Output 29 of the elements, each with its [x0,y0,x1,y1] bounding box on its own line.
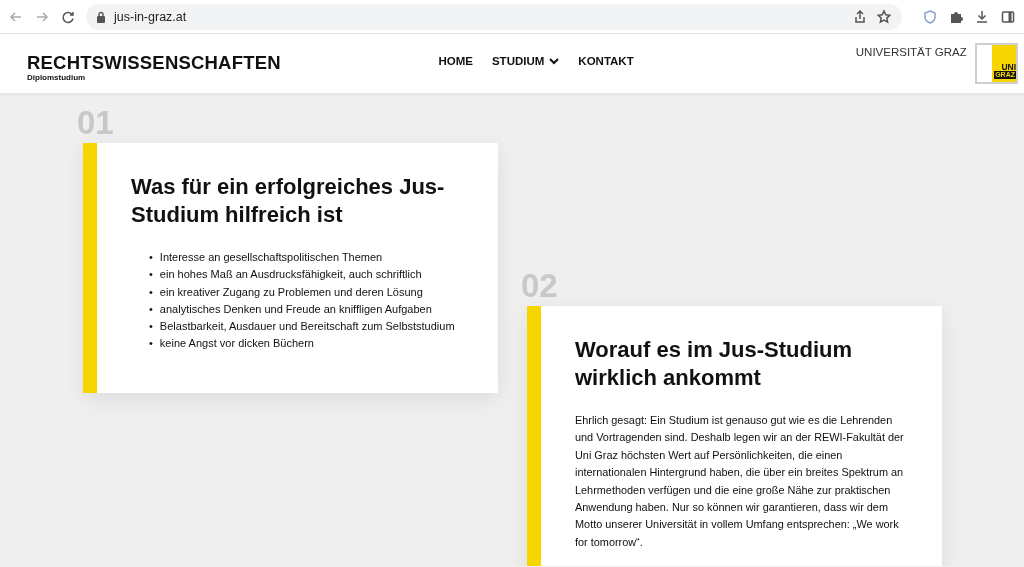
list-bullet: • [149,319,153,335]
site-subtitle: Diplomstudium [27,73,87,82]
list-bullet: • [149,301,153,317]
star-icon[interactable] [876,8,892,25]
nav-link[interactable]: STUDIUM [491,55,560,67]
university-name: UNIVERSITÄT GRAZ [855,45,967,58]
site-title[interactable]: RECHTSWISSENSCHAFTEN [27,53,439,73]
shield-icon[interactable] [922,8,938,25]
list-item: Belastbarkeit, Ausdauer und Bereitschaft zum Selbststudium [159,319,455,335]
lock-icon [96,10,106,23]
list-item: Interesse an gesellschaftspolitischen Themen [159,250,383,265]
list-bullet: • [149,250,153,265]
list-item: ein kreativer Zugang zu Problemen und deren Lösung [159,284,423,300]
list-item: analytisches Denken und Freude an kniffligen Aufgaben [159,301,432,317]
list-item: ein hohes Maß an Ausdrucksfähigkeit, auch schriftlich [159,267,422,283]
nav-link[interactable]: HOME [438,55,473,67]
card-heading: Was für ein erfolgreiches Jus-Studium hilfreich ist [131,173,446,229]
url-text: jus-in-graz.at [114,9,188,24]
list-bullet: • [149,336,153,352]
card-paragraph: Ehrlich gesagt: Ein Studium ist genauso gut wie es die Lehrenden und Vortragenden sind. Deshalb legen wir an der REWI-Fakultät der Uni Graz höchsten Wert auf Persönlichkeiten, die einen internationalen Hintergrund haben, die über ein breites Spektrum an Lehrmethoden verfügen und die eine große Nähe zur praktischen Anwendung haben. Nur so können wir garantieren, dass wir dem Motto unserer Universität in vollem Umfang entsprechen: „We work for tomorrow“. [575,413,905,550]
share-icon[interactable] [852,8,868,25]
card-heading: Worauf es im Jus-Studium wirklich ankommt [575,336,854,392]
side-panel-icon[interactable] [1000,8,1016,25]
download-icon[interactable] [974,8,990,25]
list-bullet: • [149,284,153,300]
address-bar[interactable]: jus-in-graz.at [86,3,902,30]
list-bullet: • [149,267,153,283]
list-item: keine Angst vor dicken Büchern [159,336,314,352]
nav-link[interactable]: KONTAKT [578,55,634,67]
